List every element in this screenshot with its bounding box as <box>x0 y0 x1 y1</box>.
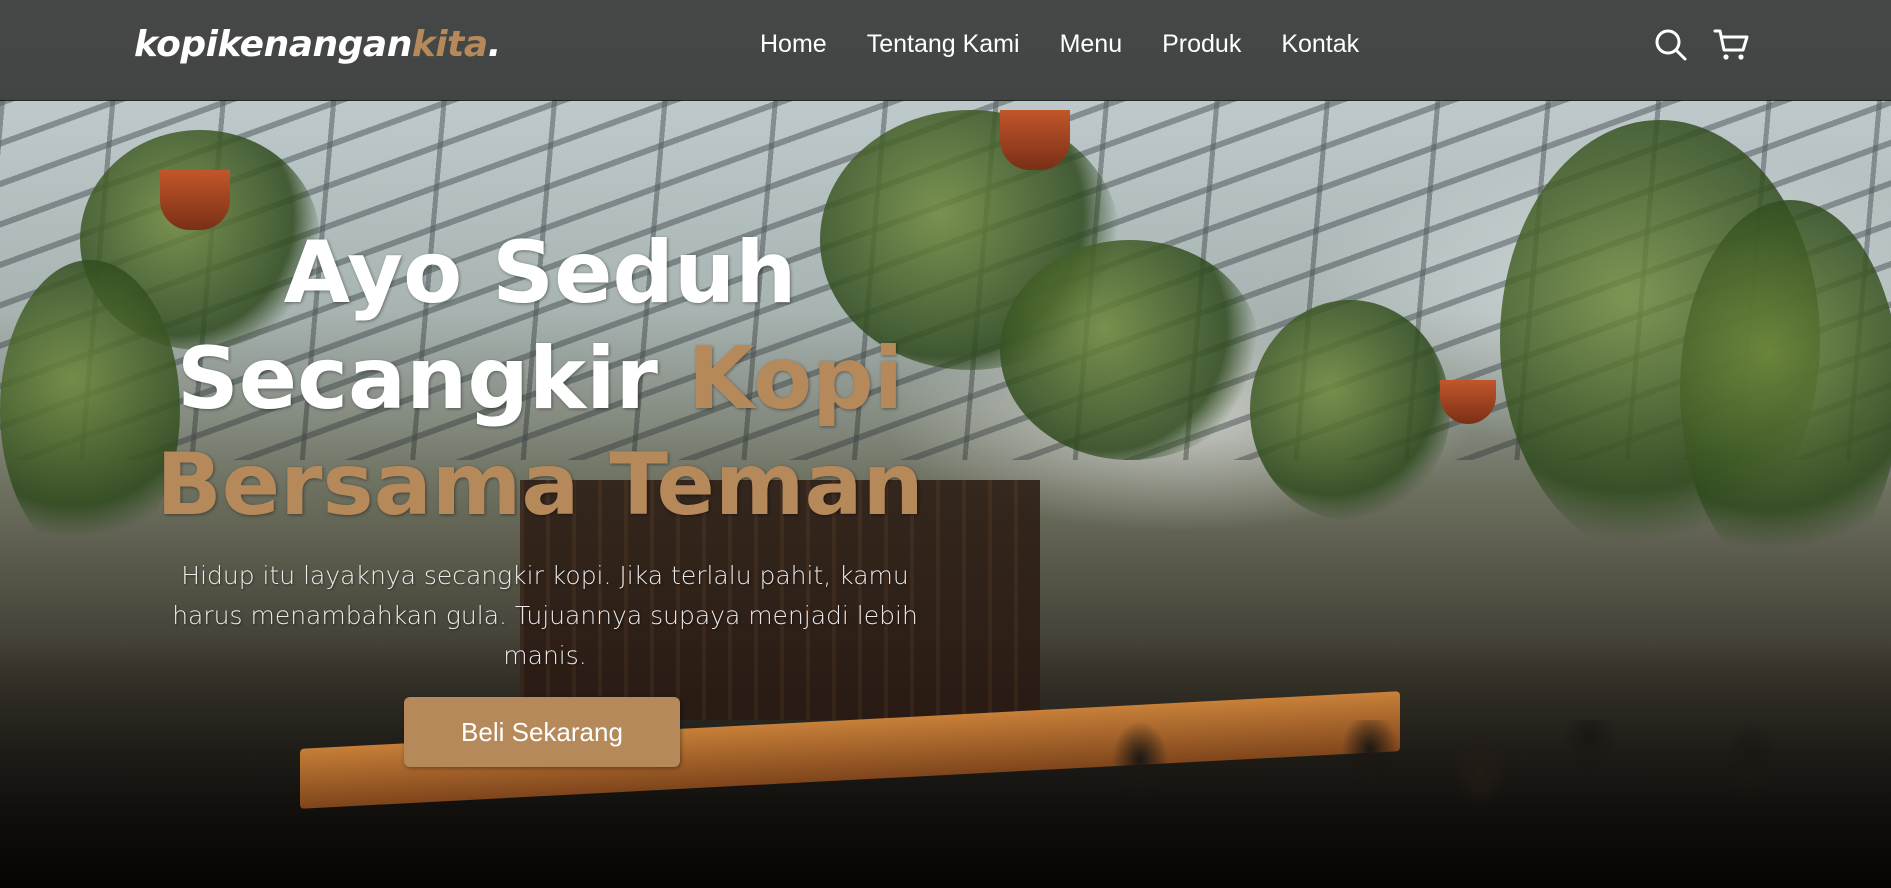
logo[interactable]: kopikenangankita. <box>134 24 501 65</box>
logo-main: kopikenangan <box>134 24 412 65</box>
hero-subtext: Hidup itu layaknya secangkir kopi. Jika … <box>172 561 918 670</box>
hero-background-plant <box>1250 300 1450 520</box>
shopping-cart-icon[interactable] <box>1712 26 1750 64</box>
hero-background-pot <box>1000 110 1070 170</box>
logo-dot: . <box>487 24 502 65</box>
search-icon[interactable] <box>1652 26 1690 64</box>
nav-icons <box>1652 26 1750 64</box>
nav-link-produk[interactable]: Produk <box>1162 28 1241 60</box>
nav-link-tentang-kami[interactable]: Tentang Kami <box>867 28 1020 60</box>
logo-accent: kita <box>411 24 488 65</box>
hero-background-people <box>1050 720 1891 888</box>
navbar: kopikenangankita. Home Tentang Kami Menu… <box>0 0 1891 101</box>
hero-background-plant <box>1000 240 1260 460</box>
hero-section: Ayo Seduh Secangkir Kopi Bersama Teman H… <box>0 0 1891 888</box>
hero-background-plant <box>1680 200 1891 580</box>
nav-link-menu[interactable]: Menu <box>1060 28 1123 60</box>
nav-links: Home Tentang Kami Menu Produk Kontak <box>740 28 1379 60</box>
buy-now-button[interactable]: Beli Sekarang <box>404 697 680 767</box>
nav-link-home[interactable]: Home <box>760 28 827 60</box>
nav-link-kontak[interactable]: Kontak <box>1281 28 1359 60</box>
hero-headline: Ayo Seduh Secangkir Kopi Bersama Teman <box>140 220 940 538</box>
